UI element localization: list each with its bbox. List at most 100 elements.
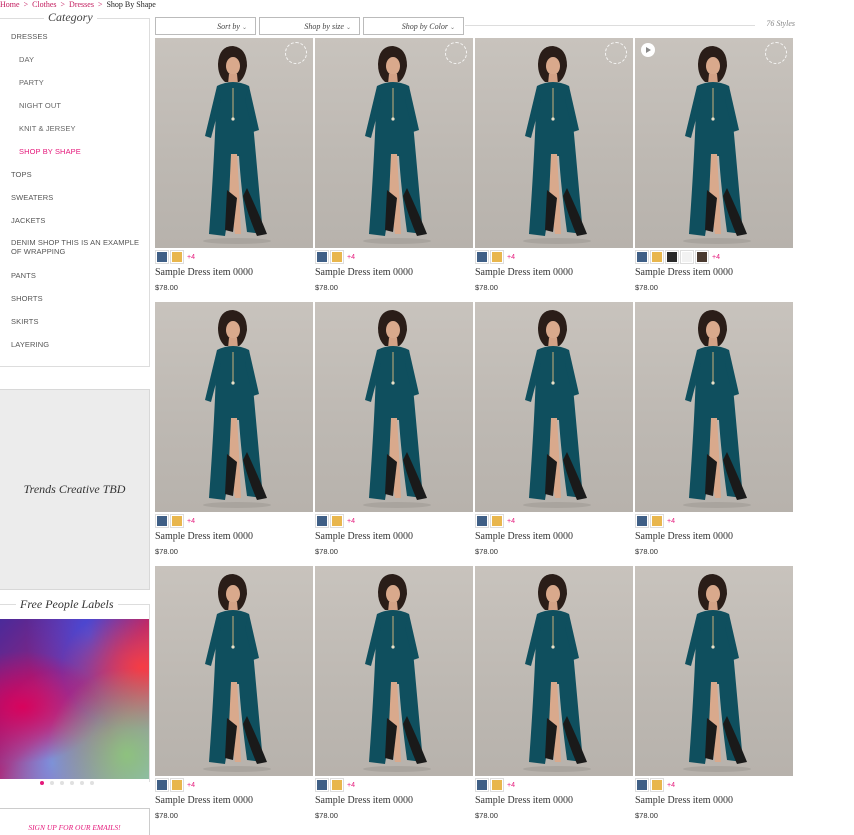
category-item[interactable]: PARTY <box>19 78 44 87</box>
breadcrumb-item[interactable]: Home <box>0 0 20 9</box>
product-name[interactable]: Sample Dress item 0000 <box>635 267 733 278</box>
product-name[interactable]: Sample Dress item 0000 <box>155 267 253 278</box>
color-swatch[interactable] <box>475 514 489 528</box>
carousel-dot[interactable] <box>70 781 74 785</box>
product-name[interactable]: Sample Dress item 0000 <box>315 531 413 542</box>
color-swatch[interactable] <box>475 250 489 264</box>
color-swatch[interactable] <box>330 514 344 528</box>
product-name[interactable]: Sample Dress item 0000 <box>155 531 253 542</box>
breadcrumb-item[interactable]: Dresses <box>69 0 94 9</box>
product-image[interactable] <box>475 38 633 248</box>
color-swatch[interactable] <box>650 250 664 264</box>
product-image[interactable] <box>315 566 473 776</box>
color-swatch[interactable] <box>695 250 709 264</box>
color-swatch[interactable] <box>635 514 649 528</box>
more-colors-link[interactable]: +4 <box>507 518 515 525</box>
product-image[interactable] <box>475 302 633 512</box>
color-swatch[interactable] <box>330 778 344 792</box>
category-item[interactable]: SKIRTS <box>11 317 39 326</box>
product-name[interactable]: Sample Dress item 0000 <box>155 795 253 806</box>
color-swatch[interactable] <box>490 514 504 528</box>
product-card[interactable]: +4 Sample Dress item 0000 $78.00 <box>475 302 633 562</box>
product-image[interactable] <box>315 302 473 512</box>
product-image[interactable] <box>475 566 633 776</box>
more-colors-link[interactable]: +4 <box>187 782 195 789</box>
product-name[interactable]: Sample Dress item 0000 <box>635 531 733 542</box>
breadcrumb-item[interactable]: Clothes <box>32 0 56 9</box>
color-swatch[interactable] <box>475 778 489 792</box>
labels-carousel-image[interactable] <box>0 619 149 779</box>
trends-creative-banner[interactable]: Trends Creative TBD <box>0 389 150 590</box>
carousel-dot[interactable] <box>50 781 54 785</box>
product-card[interactable]: +4 Sample Dress item 0000 $78.00 <box>155 566 313 826</box>
color-swatch[interactable] <box>315 778 329 792</box>
product-name[interactable]: Sample Dress item 0000 <box>635 795 733 806</box>
category-item[interactable]: DENIM SHOP THIS IS AN EXAMPLE OF WRAPPIN… <box>11 238 143 256</box>
product-card[interactable]: +4 Sample Dress item 0000 $78.00 <box>155 302 313 562</box>
shop-by-color-dropdown[interactable]: Shop by Color ⌄ <box>363 17 464 35</box>
more-colors-link[interactable]: +4 <box>187 518 195 525</box>
color-swatch[interactable] <box>650 778 664 792</box>
color-swatch[interactable] <box>170 514 184 528</box>
category-item[interactable]: LAYERING <box>11 340 49 349</box>
product-image[interactable] <box>635 38 793 248</box>
color-swatch[interactable] <box>490 250 504 264</box>
category-item[interactable]: SWEATERS <box>11 193 53 202</box>
product-card[interactable]: +4 Sample Dress item 0000 $78.00 <box>635 566 793 826</box>
color-swatch[interactable] <box>155 778 169 792</box>
color-swatch[interactable] <box>490 778 504 792</box>
product-image[interactable] <box>155 302 313 512</box>
product-name[interactable]: Sample Dress item 0000 <box>475 795 573 806</box>
color-swatch[interactable] <box>315 514 329 528</box>
category-item[interactable]: TOPS <box>11 170 32 179</box>
product-name[interactable]: Sample Dress item 0000 <box>315 267 413 278</box>
product-name[interactable]: Sample Dress item 0000 <box>315 795 413 806</box>
carousel-dot[interactable] <box>80 781 84 785</box>
play-video-icon[interactable] <box>641 43 655 57</box>
category-item[interactable]: DAY <box>19 55 34 64</box>
color-swatch[interactable] <box>170 778 184 792</box>
product-image[interactable] <box>635 302 793 512</box>
product-image[interactable] <box>155 566 313 776</box>
category-item[interactable]: JACKETS <box>11 216 45 225</box>
color-swatch[interactable] <box>330 250 344 264</box>
color-swatch[interactable] <box>665 250 679 264</box>
color-swatch[interactable] <box>635 778 649 792</box>
color-swatch[interactable] <box>650 514 664 528</box>
product-card[interactable]: +4 Sample Dress item 0000 $78.00 <box>315 38 473 298</box>
category-item[interactable]: PANTS <box>11 271 36 280</box>
category-item[interactable]: SHOP BY SHAPE <box>19 147 81 156</box>
shop-by-size-dropdown[interactable]: Shop by size ⌄ <box>259 17 360 35</box>
product-name[interactable]: Sample Dress item 0000 <box>475 267 573 278</box>
more-colors-link[interactable]: +4 <box>347 782 355 789</box>
product-card[interactable]: +4 Sample Dress item 0000 $78.00 <box>155 38 313 298</box>
category-item[interactable]: DRESSES <box>11 32 48 41</box>
more-colors-link[interactable]: +4 <box>347 254 355 261</box>
color-swatch[interactable] <box>635 250 649 264</box>
product-card[interactable]: +4 Sample Dress item 0000 $78.00 <box>475 566 633 826</box>
color-swatch[interactable] <box>170 250 184 264</box>
sort-by-dropdown[interactable]: Sort by ⌄ <box>155 17 256 35</box>
product-card[interactable]: +4 Sample Dress item 0000 $78.00 <box>635 38 793 298</box>
more-colors-link[interactable]: +4 <box>187 254 195 261</box>
product-name[interactable]: Sample Dress item 0000 <box>475 531 573 542</box>
color-swatch[interactable] <box>680 250 694 264</box>
category-item[interactable]: NIGHT OUT <box>19 101 61 110</box>
product-image[interactable] <box>155 38 313 248</box>
more-colors-link[interactable]: +4 <box>667 782 675 789</box>
product-image[interactable] <box>315 38 473 248</box>
color-swatch[interactable] <box>155 250 169 264</box>
more-colors-link[interactable]: +4 <box>347 518 355 525</box>
color-swatch[interactable] <box>155 514 169 528</box>
category-item[interactable]: SHORTS <box>11 294 43 303</box>
more-colors-link[interactable]: +4 <box>712 254 720 261</box>
product-card[interactable]: +4 Sample Dress item 0000 $78.00 <box>475 38 633 298</box>
color-swatch[interactable] <box>315 250 329 264</box>
product-card[interactable]: +4 Sample Dress item 0000 $78.00 <box>315 566 473 826</box>
category-item[interactable]: KNIT & JERSEY <box>19 124 76 133</box>
carousel-dot[interactable] <box>60 781 64 785</box>
carousel-dot[interactable] <box>90 781 94 785</box>
more-colors-link[interactable]: +4 <box>507 254 515 261</box>
product-card[interactable]: +4 Sample Dress item 0000 $78.00 <box>635 302 793 562</box>
product-card[interactable]: +4 Sample Dress item 0000 $78.00 <box>315 302 473 562</box>
